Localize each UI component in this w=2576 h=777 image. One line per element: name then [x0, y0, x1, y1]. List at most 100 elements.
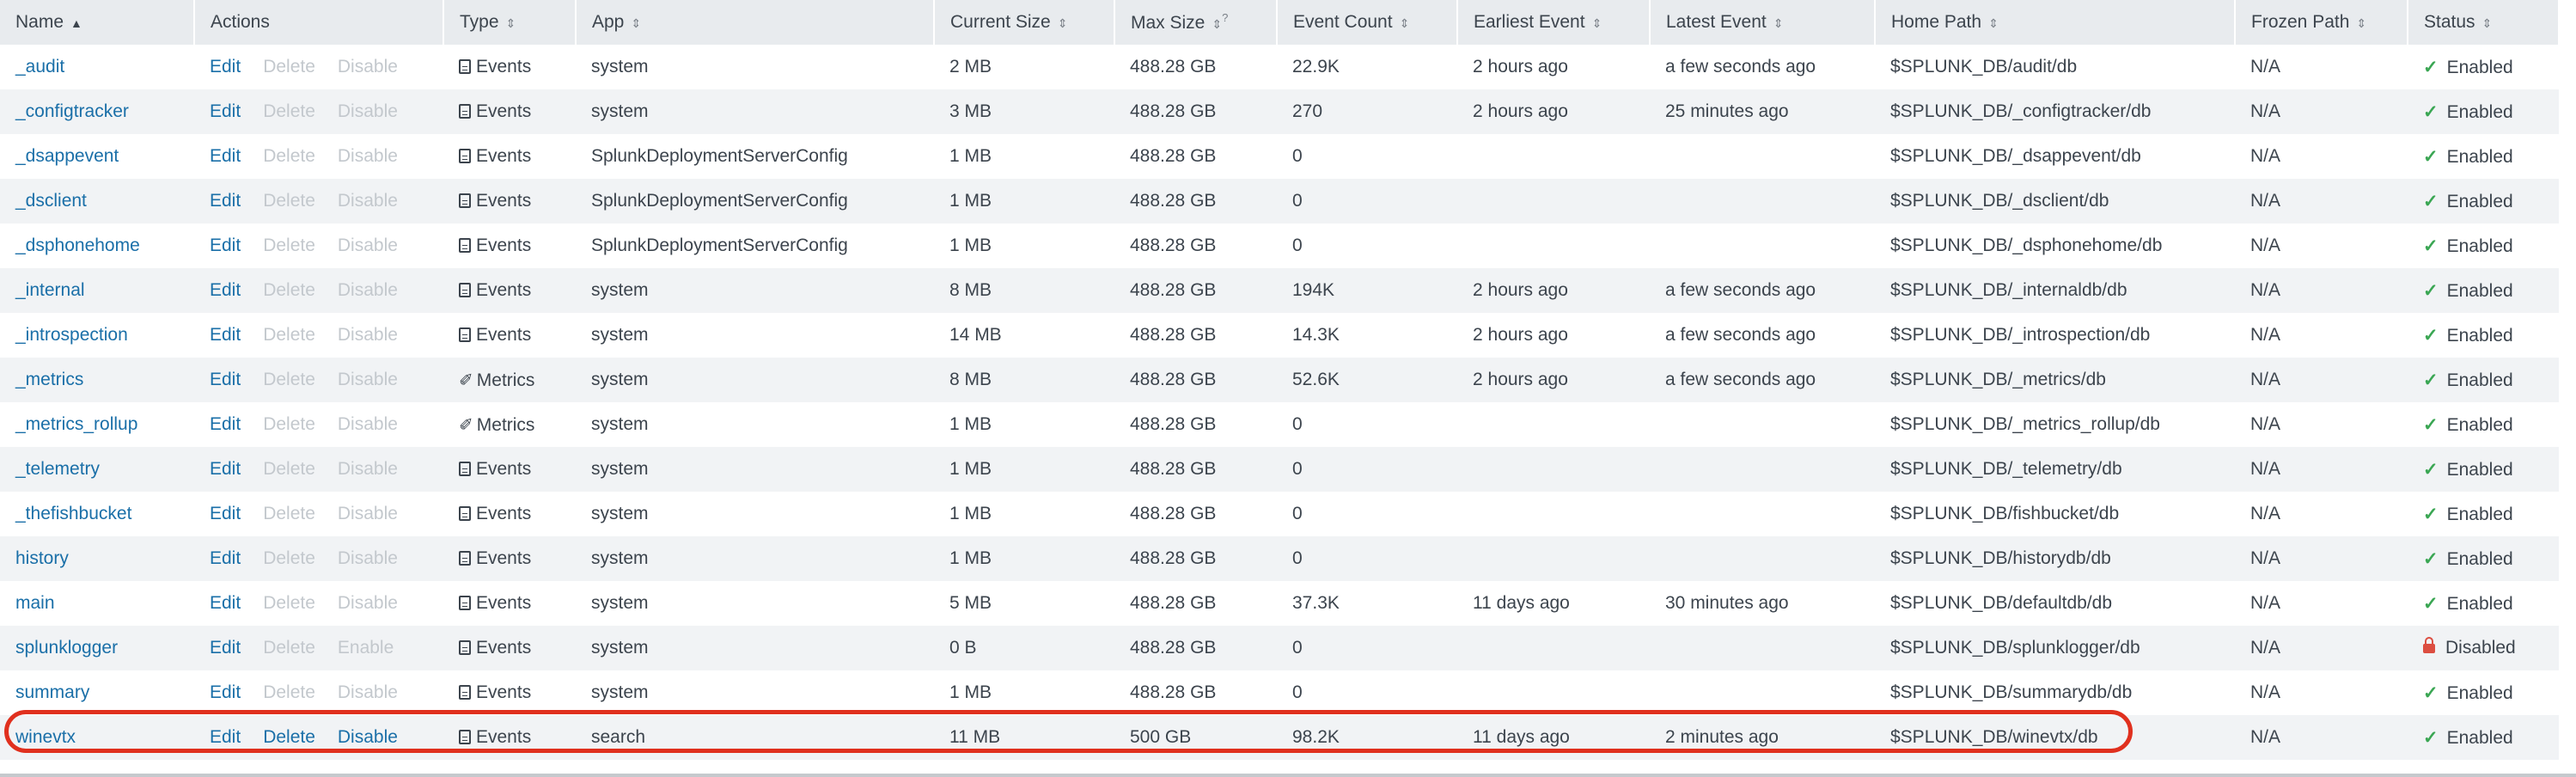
index-name-link[interactable]: _thefishbucket: [15, 504, 131, 523]
column-header-home-path[interactable]: Home Path ⇕: [1875, 0, 2236, 45]
event-count-cell: 37.3K: [1292, 593, 1340, 613]
edit-link[interactable]: Edit: [210, 191, 241, 211]
delete-link[interactable]: Delete: [263, 101, 315, 122]
edit-link[interactable]: Edit: [210, 236, 241, 256]
disable-link[interactable]: Disable: [338, 57, 398, 77]
home-path-cell: $SPLUNK_DB/historydb/db: [1890, 548, 2111, 568]
edit-link[interactable]: Edit: [210, 146, 241, 167]
edit-link[interactable]: Edit: [210, 57, 241, 77]
edit-link[interactable]: Edit: [210, 414, 241, 435]
index-name-link[interactable]: _dsphonehome: [15, 236, 140, 255]
current-size-cell: 1 MB: [949, 191, 992, 211]
column-header-current-size[interactable]: Current Size ⇕: [934, 0, 1115, 45]
index-name-link[interactable]: _internal: [15, 280, 85, 300]
column-header-name[interactable]: Name ▲: [0, 0, 195, 45]
app-cell: system: [591, 414, 649, 434]
disable-link[interactable]: Disable: [338, 101, 398, 122]
table-row: _thefishbucket Edit Delete Disable Events sys…: [0, 492, 2559, 536]
frozen-path-cell: N/A: [2250, 101, 2281, 121]
current-size-cell: 1 MB: [949, 459, 992, 479]
delete-link[interactable]: Delete: [263, 57, 315, 77]
index-name-link[interactable]: summary: [15, 682, 89, 702]
column-header-max-size[interactable]: Max Size ⇕?: [1114, 0, 1278, 45]
latest-event-cell: a few seconds ago: [1665, 280, 1816, 300]
index-name-link[interactable]: main: [15, 593, 55, 613]
events-icon: [459, 104, 471, 119]
disable-link[interactable]: Disable: [338, 370, 398, 390]
edit-link[interactable]: Edit: [210, 504, 241, 524]
disable-link[interactable]: Disable: [338, 593, 398, 614]
column-header-type[interactable]: Type ⇕: [443, 0, 577, 45]
index-name-link[interactable]: _dsclient: [15, 191, 87, 211]
index-name-link[interactable]: winevtx: [15, 727, 76, 747]
disable-link[interactable]: Disable: [338, 280, 398, 301]
edit-link[interactable]: Edit: [210, 727, 241, 748]
disable-link[interactable]: Disable: [338, 325, 398, 346]
table-row: _dsappevent Edit Delete Disable Events Splunk…: [0, 134, 2559, 179]
delete-link[interactable]: Delete: [263, 236, 315, 256]
edit-link[interactable]: Edit: [210, 459, 241, 480]
events-icon: [459, 193, 471, 208]
column-header-event-count[interactable]: Event Count ⇕: [1277, 0, 1458, 45]
column-header-latest-event[interactable]: Latest Event ⇕: [1650, 0, 1876, 45]
enable-link[interactable]: Enable: [338, 638, 394, 658]
index-name-link[interactable]: splunklogger: [15, 638, 118, 658]
edit-link[interactable]: Edit: [210, 593, 241, 614]
type-label: Events: [476, 146, 532, 166]
disable-link[interactable]: Disable: [338, 727, 398, 748]
delete-link[interactable]: Delete: [263, 280, 315, 301]
edit-link[interactable]: Edit: [210, 682, 241, 703]
delete-link[interactable]: Delete: [263, 504, 315, 524]
disable-link[interactable]: Disable: [338, 146, 398, 167]
latest-event-cell: a few seconds ago: [1665, 325, 1816, 345]
index-name-link[interactable]: _metrics: [15, 370, 83, 389]
column-header-status[interactable]: Status ⇕: [2408, 0, 2560, 45]
app-cell: system: [591, 638, 649, 658]
column-header-app[interactable]: App ⇕: [576, 0, 935, 45]
delete-link[interactable]: Delete: [263, 414, 315, 435]
disable-link[interactable]: Disable: [338, 504, 398, 524]
status-label: Disabled: [2445, 638, 2516, 658]
disable-link[interactable]: Disable: [338, 682, 398, 703]
current-size-cell: 1 MB: [949, 414, 992, 434]
status-label: Enabled: [2446, 504, 2513, 524]
delete-link[interactable]: Delete: [263, 638, 315, 658]
max-size-cell: 488.28 GB: [1130, 101, 1217, 121]
frozen-path-cell: N/A: [2250, 593, 2281, 613]
frozen-path-cell: N/A: [2250, 280, 2281, 300]
delete-link[interactable]: Delete: [263, 325, 315, 346]
edit-link[interactable]: Edit: [210, 638, 241, 658]
edit-link[interactable]: Edit: [210, 101, 241, 122]
index-name-link[interactable]: _configtracker: [15, 101, 129, 121]
sort-icon: ⇕: [2481, 16, 2493, 30]
delete-link[interactable]: Delete: [263, 727, 315, 748]
delete-link[interactable]: Delete: [263, 191, 315, 211]
edit-link[interactable]: Edit: [210, 280, 241, 301]
table-row: _configtracker Edit Delete Disable Events sys…: [0, 89, 2559, 134]
disable-link[interactable]: Disable: [338, 191, 398, 211]
delete-link[interactable]: Delete: [263, 370, 315, 390]
current-size-cell: 1 MB: [949, 504, 992, 523]
disable-link[interactable]: Disable: [338, 236, 398, 256]
edit-link[interactable]: Edit: [210, 325, 241, 346]
help-icon[interactable]: ?: [1222, 11, 1228, 24]
index-name-link[interactable]: history: [15, 548, 69, 568]
delete-link[interactable]: Delete: [263, 682, 315, 703]
disable-link[interactable]: Disable: [338, 414, 398, 435]
column-header-earliest-event[interactable]: Earliest Event ⇕: [1457, 0, 1651, 45]
edit-link[interactable]: Edit: [210, 548, 241, 569]
index-name-link[interactable]: _telemetry: [15, 459, 100, 479]
index-name-link[interactable]: _metrics_rollup: [15, 414, 137, 434]
column-header-frozen-path[interactable]: Frozen Path ⇕: [2235, 0, 2408, 45]
disable-link[interactable]: Disable: [338, 459, 398, 480]
edit-link[interactable]: Edit: [210, 370, 241, 390]
index-name-link[interactable]: _introspection: [15, 325, 128, 345]
delete-link[interactable]: Delete: [263, 593, 315, 614]
disable-link[interactable]: Disable: [338, 548, 398, 569]
delete-link[interactable]: Delete: [263, 146, 315, 167]
index-name-link[interactable]: _audit: [15, 57, 64, 76]
delete-link[interactable]: Delete: [263, 459, 315, 480]
index-name-link[interactable]: _dsappevent: [15, 146, 119, 166]
delete-link[interactable]: Delete: [263, 548, 315, 569]
home-path-cell: $SPLUNK_DB/defaultdb/db: [1890, 593, 2112, 613]
